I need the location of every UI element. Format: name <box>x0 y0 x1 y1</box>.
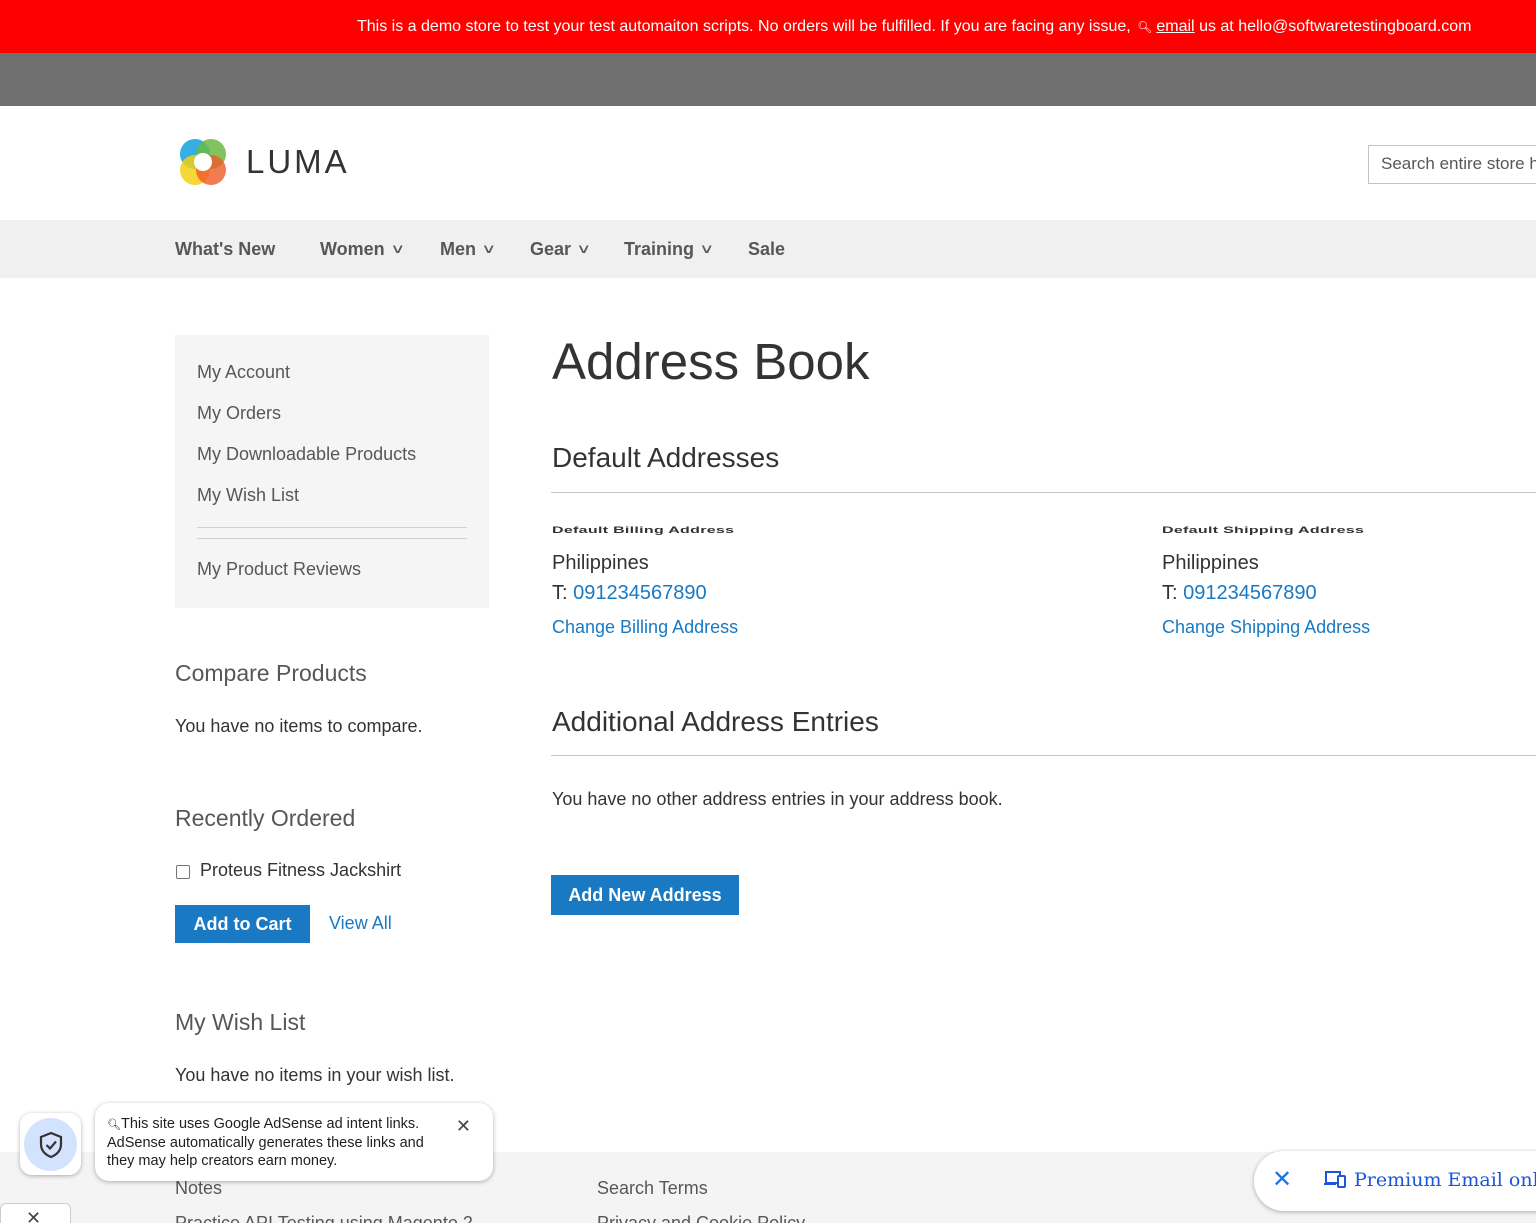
divider <box>197 527 467 528</box>
default-addresses-title: Default Addresses <box>552 442 780 473</box>
banner-text: This is a demo store to test your test a… <box>357 18 1131 35</box>
nav-gear[interactable]: Gear ∨ <box>530 220 592 278</box>
banner-email-link[interactable]: email <box>1156 18 1194 35</box>
nav-label: Men <box>440 239 476 259</box>
phone-prefix: T: <box>552 582 568 604</box>
account-nav-product-reviews[interactable]: My Product Reviews <box>197 559 361 580</box>
adsense-text: This site uses Google AdSense ad intent … <box>107 1116 424 1169</box>
billing-phone-link[interactable]: 091234567890 <box>573 582 706 604</box>
main-nav: What's New Women ∨ Men ∨ Gear ∨ Training ∨ S… <box>0 220 1536 278</box>
nav-training[interactable]: Training ∨ <box>624 220 715 278</box>
account-nav-wish-list[interactable]: My Wish List <box>175 482 489 523</box>
devices-icon <box>1324 1171 1346 1188</box>
logo[interactable]: LUMA <box>175 133 350 191</box>
top-gray-bar <box>0 53 1536 106</box>
additional-empty-text: You have no other address entries in you… <box>552 789 1003 809</box>
billing-phone: T: 091234567890 <box>552 582 707 605</box>
nav-label: What's New <box>175 239 276 259</box>
footer-link-notes[interactable]: Notes <box>175 1178 222 1199</box>
nav-label: Gear <box>530 239 572 259</box>
billing-country: Philippines <box>552 552 649 574</box>
premium-email-ad[interactable]: ✕ Premium Email online <box>1254 1151 1536 1211</box>
recently-ordered-title: Recently Ordered <box>175 805 356 831</box>
wishlist-title: My Wish List <box>175 1009 306 1035</box>
change-shipping-address-link[interactable]: Change Shipping Address <box>1162 617 1370 638</box>
search-icon: 🔍︎ <box>107 1119 121 1131</box>
collapse-tab[interactable]: ✕ <box>0 1203 71 1223</box>
footer-link-search-terms[interactable]: Search Terms <box>597 1178 708 1199</box>
compare-empty-text: You have no items to compare. <box>175 716 423 736</box>
chevron-down-icon: ∨ <box>389 241 406 256</box>
close-icon[interactable]: ✕ <box>456 1117 471 1135</box>
nav-men[interactable]: Men ∨ <box>440 220 497 278</box>
account-nav-my-account[interactable]: My Account <box>175 359 489 400</box>
add-new-address-button[interactable]: Add New Address <box>551 875 739 915</box>
recently-ordered-checkbox[interactable] <box>176 865 190 879</box>
nav-women[interactable]: Women ∨ <box>320 220 406 278</box>
shipping-phone-link[interactable]: 091234567890 <box>1183 582 1316 604</box>
search-input[interactable]: Search entire store here... <box>1368 145 1536 184</box>
recently-ordered-item[interactable]: Proteus Fitness Jackshirt <box>200 860 401 881</box>
shipping-address-heading: Default Shipping Address <box>1162 526 1365 536</box>
adsense-shield-button[interactable] <box>20 1113 81 1175</box>
nav-label: Women <box>320 239 385 259</box>
premium-email-text: Premium Email online <box>1354 1169 1536 1191</box>
logo-text: LUMA <box>246 143 350 180</box>
nav-label: Sale <box>748 239 786 259</box>
divider <box>551 492 1536 493</box>
nav-sale[interactable]: Sale <box>748 220 785 278</box>
divider <box>197 538 467 539</box>
chevron-down-icon: ✕ <box>26 1208 42 1223</box>
demo-banner: This is a demo store to test your test a… <box>0 0 1536 53</box>
phone-prefix: T: <box>1162 582 1178 604</box>
billing-address-heading: Default Billing Address <box>552 526 735 536</box>
search-icon: 🔍︎ <box>1137 20 1153 34</box>
shipping-country: Philippines <box>1162 552 1259 574</box>
nav-whats-new[interactable]: What's New <box>175 220 275 278</box>
footer-link-api-testing[interactable]: Practice API Testing using Magento 2 <box>175 1213 473 1223</box>
account-nav-my-orders[interactable]: My Orders <box>175 400 489 441</box>
shield-check-icon <box>24 1118 77 1171</box>
page-title: Address Book <box>552 333 870 390</box>
banner-text-after: us at hello@softwaretestingboard.com <box>1199 18 1472 35</box>
compare-title: Compare Products <box>175 660 367 686</box>
adsense-notice: 🔍︎This site uses Google AdSense ad inten… <box>95 1103 493 1181</box>
divider <box>551 755 1536 756</box>
wishlist-empty-text: You have no items in your wish list. <box>175 1065 455 1085</box>
chevron-down-icon: ∨ <box>576 241 592 256</box>
nav-label: Training <box>624 239 695 259</box>
account-nav-downloadable[interactable]: My Downloadable Products <box>175 441 489 482</box>
footer-link-privacy[interactable]: Privacy and Cookie Policy <box>597 1213 805 1223</box>
close-icon[interactable]: ✕ <box>1272 1165 1292 1194</box>
change-billing-address-link[interactable]: Change Billing Address <box>552 617 738 638</box>
add-to-cart-button[interactable]: Add to Cart <box>175 905 310 943</box>
chevron-down-icon: ∨ <box>699 241 715 256</box>
chevron-down-icon: ∨ <box>481 241 497 256</box>
view-all-link[interactable]: View All <box>329 913 392 934</box>
luma-logo-icon <box>180 139 226 185</box>
additional-addresses-title: Additional Address Entries <box>552 706 879 737</box>
shipping-phone: T: 091234567890 <box>1162 582 1317 605</box>
